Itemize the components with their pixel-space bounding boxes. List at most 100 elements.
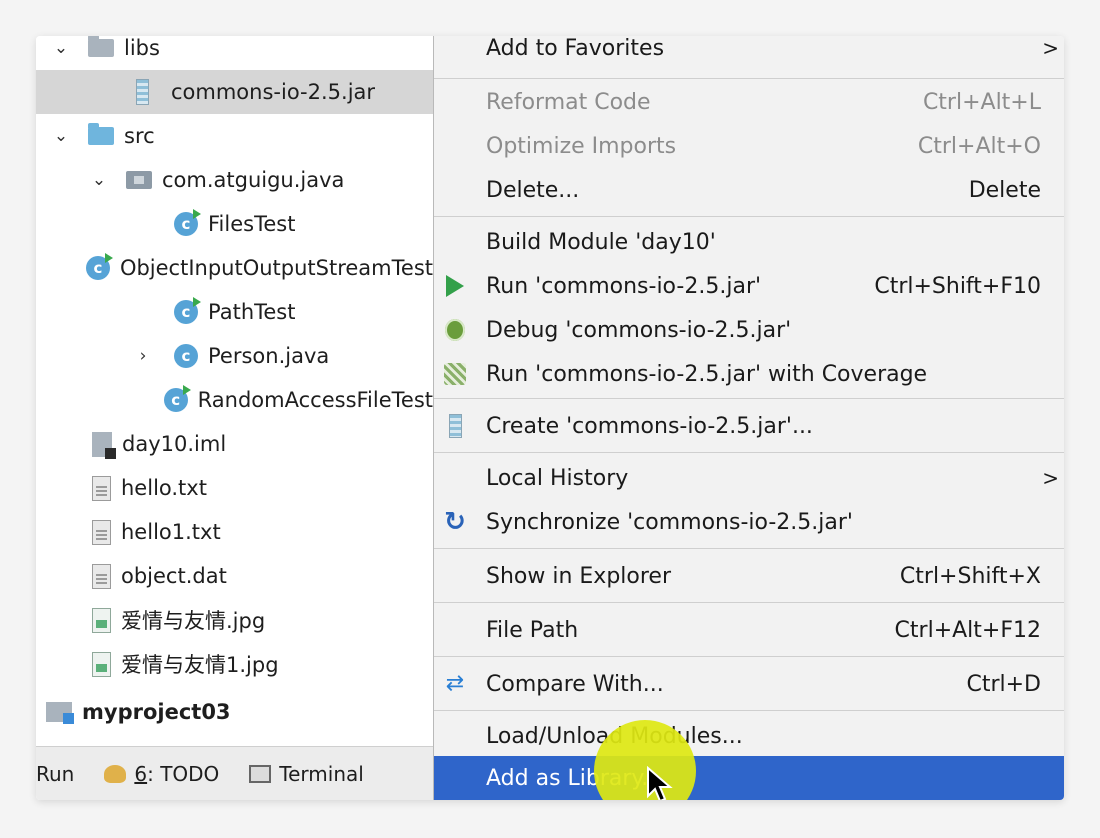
menu-item-label: Load/Unload Modules... bbox=[486, 723, 743, 749]
menu-item-label: Run 'commons-io-2.5.jar' with Coverage bbox=[486, 361, 928, 387]
menu-item-synchronize[interactable]: ↻ Synchronize 'commons-io-2.5.jar' bbox=[434, 500, 1064, 544]
run-tab-label: Run bbox=[36, 761, 75, 786]
terminal-icon bbox=[249, 764, 272, 783]
menu-item-run[interactable]: Run 'commons-io-2.5.jar' Ctrl+Shift+F10 bbox=[434, 264, 1064, 308]
menu-item-add-as-library[interactable]: Add as Library... bbox=[434, 756, 1064, 800]
tree-row-label: hello1.txt bbox=[121, 520, 221, 544]
tree-row-label: myproject03 bbox=[82, 700, 231, 724]
tree-row-objectinputoutput[interactable]: c ObjectInputOutputStreamTest bbox=[36, 246, 433, 290]
tree-row-label: src bbox=[124, 124, 155, 148]
menu-item-label: Optimize Imports bbox=[486, 133, 677, 159]
menu-item-load-unload-modules[interactable]: Load/Unload Modules... bbox=[434, 714, 1064, 758]
menu-item-optimize-imports[interactable]: Optimize Imports Ctrl+Alt+O bbox=[434, 124, 1064, 168]
folder-icon bbox=[88, 36, 114, 57]
menu-item-build-module[interactable]: Build Module 'day10' bbox=[434, 220, 1064, 264]
tree-row-image1-jpg[interactable]: 爱情与友情1.jpg bbox=[36, 642, 433, 686]
tree-row-object-dat[interactable]: object.dat bbox=[36, 554, 433, 598]
tree-row-image-jpg[interactable]: 爱情与友情.jpg bbox=[36, 598, 433, 642]
image-file-icon bbox=[92, 607, 111, 633]
menu-item-run-with-coverage[interactable]: Run 'commons-io-2.5.jar' with Coverage bbox=[434, 352, 1064, 396]
tree-row-label: RandomAccessFileTest bbox=[197, 388, 433, 412]
context-menu: Add to Favorites > Reformat Code Ctrl+Al… bbox=[433, 36, 1064, 800]
iml-file-icon bbox=[92, 431, 116, 459]
menu-item-label: Local History bbox=[486, 465, 629, 491]
tree-row-myproject03[interactable]: myproject03 bbox=[36, 690, 433, 734]
menu-item-local-history[interactable]: Local History > bbox=[434, 456, 1064, 500]
menu-item-shortcut: Ctrl+D bbox=[966, 671, 1041, 697]
menu-separator bbox=[434, 78, 1064, 79]
tree-row-randomaccessfile[interactable]: c RandomAccessFileTest bbox=[36, 378, 433, 422]
menu-item-label: Delete... bbox=[486, 177, 580, 203]
tree-row-label: FilesTest bbox=[208, 212, 296, 236]
tree-row-label: 爱情与友情1.jpg bbox=[121, 653, 279, 677]
package-icon bbox=[126, 171, 152, 189]
menu-item-delete[interactable]: Delete... Delete bbox=[434, 168, 1064, 212]
java-class-icon: c bbox=[85, 253, 113, 280]
menu-item-reformat-code[interactable]: Reformat Code Ctrl+Alt+L bbox=[434, 80, 1064, 124]
expand-arrow-icon[interactable]: ⌄ bbox=[50, 126, 72, 146]
tree-row-label: libs bbox=[124, 36, 160, 60]
terminal-tab-label: Terminal bbox=[279, 761, 364, 786]
menu-item-label: Debug 'commons-io-2.5.jar' bbox=[486, 317, 792, 343]
menu-separator bbox=[434, 216, 1064, 217]
menu-item-compare-with[interactable]: ⇄ Compare With... Ctrl+D bbox=[434, 662, 1064, 706]
menu-item-file-path[interactable]: File Path Ctrl+Alt+F12 bbox=[434, 608, 1064, 652]
terminal-tool-tab[interactable]: Terminal bbox=[249, 762, 364, 786]
image-file-icon bbox=[92, 651, 111, 677]
sync-icon: ↻ bbox=[444, 507, 466, 537]
tree-row-pathtest[interactable]: c PathTest bbox=[36, 290, 433, 334]
todo-icon bbox=[104, 764, 127, 783]
menu-item-create[interactable]: Create 'commons-io-2.5.jar'... bbox=[434, 404, 1064, 448]
jar-icon bbox=[136, 79, 149, 105]
tree-row-commons-io-jar[interactable]: commons-io-2.5.jar bbox=[36, 70, 433, 114]
coverage-icon bbox=[442, 361, 468, 387]
text-file-icon bbox=[92, 475, 111, 501]
source-folder-icon bbox=[88, 123, 114, 145]
tree-row-day10-iml[interactable]: day10.iml bbox=[36, 422, 433, 466]
tree-row-person[interactable]: › c Person.java bbox=[36, 334, 433, 378]
module-icon bbox=[46, 702, 74, 724]
menu-separator bbox=[434, 452, 1064, 453]
text-file-icon bbox=[92, 519, 111, 545]
jar-icon bbox=[442, 413, 468, 439]
tree-row-label: com.atguigu.java bbox=[162, 168, 345, 192]
submenu-arrow-icon: > bbox=[1042, 466, 1059, 490]
java-class-icon: c bbox=[163, 385, 191, 412]
java-class-icon: c bbox=[174, 344, 198, 368]
menu-item-label: File Path bbox=[486, 617, 579, 643]
tree-row-label: commons-io-2.5.jar bbox=[171, 80, 376, 104]
expand-arrow-icon[interactable]: ⌄ bbox=[88, 170, 110, 190]
menu-item-debug[interactable]: Debug 'commons-io-2.5.jar' bbox=[434, 308, 1064, 352]
menu-item-shortcut: Ctrl+Alt+F12 bbox=[894, 617, 1041, 643]
menu-item-label: Reformat Code bbox=[486, 89, 651, 115]
menu-item-label: Create 'commons-io-2.5.jar'... bbox=[486, 413, 813, 439]
java-class-icon: c bbox=[174, 297, 201, 324]
run-icon bbox=[442, 273, 468, 299]
compare-icon: ⇄ bbox=[445, 671, 465, 696]
debug-icon bbox=[442, 317, 468, 343]
run-tool-tab[interactable]: Run bbox=[36, 762, 74, 786]
todo-tab-number: 6 bbox=[134, 761, 148, 786]
todo-tool-tab[interactable]: 6 : TODO bbox=[104, 762, 219, 786]
tree-row-src[interactable]: ⌄ src bbox=[36, 114, 433, 158]
tree-row-filestest[interactable]: c FilesTest bbox=[36, 202, 433, 246]
tree-row-label: Person.java bbox=[208, 344, 330, 368]
submenu-arrow-icon: > bbox=[1042, 36, 1059, 60]
menu-item-label: Run 'commons-io-2.5.jar' bbox=[486, 273, 762, 299]
tree-row-package[interactable]: ⌄ com.atguigu.java bbox=[36, 158, 433, 202]
tree-row-label: ObjectInputOutputStreamTest bbox=[119, 256, 433, 280]
tree-row-hello1-txt[interactable]: hello1.txt bbox=[36, 510, 433, 554]
menu-item-shortcut: Ctrl+Alt+L bbox=[922, 89, 1041, 115]
menu-item-show-in-explorer[interactable]: Show in Explorer Ctrl+Shift+X bbox=[434, 554, 1064, 598]
tree-row-hello-txt[interactable]: hello.txt bbox=[36, 466, 433, 510]
collapse-arrow-icon[interactable]: › bbox=[132, 346, 154, 366]
menu-item-add-to-favorites[interactable]: Add to Favorites > bbox=[434, 36, 1064, 70]
menu-item-label: Add to Favorites bbox=[486, 36, 665, 61]
todo-tab-label: : TODO bbox=[147, 761, 220, 786]
tree-row-libs[interactable]: ⌄ libs bbox=[36, 36, 433, 70]
menu-item-shortcut: Delete bbox=[968, 177, 1041, 203]
expand-arrow-icon[interactable]: ⌄ bbox=[50, 38, 72, 58]
menu-item-label: Show in Explorer bbox=[486, 563, 672, 589]
project-tree: ⌄ libs commons-io-2.5.jar ⌄ src ⌄ com.at… bbox=[36, 36, 433, 800]
menu-item-label: Compare With... bbox=[486, 671, 664, 697]
